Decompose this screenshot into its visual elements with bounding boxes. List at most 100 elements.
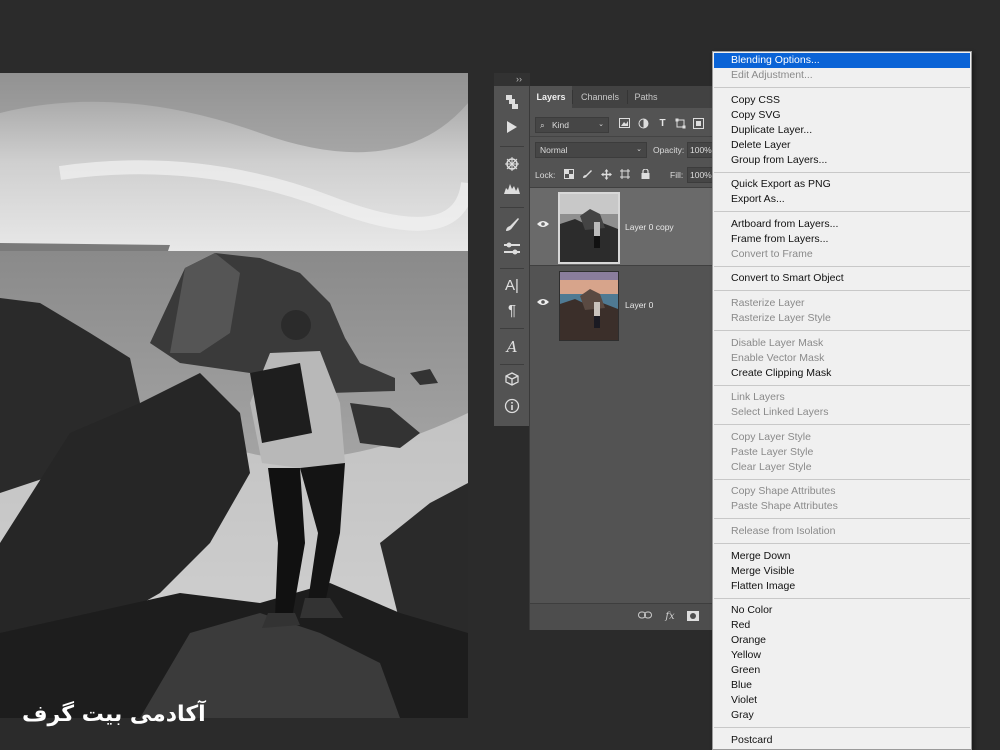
lock-transparent-icon[interactable] [564,169,574,179]
lock-all-icon[interactable] [640,168,650,179]
menu-separator [714,171,970,173]
menu-item[interactable]: Artboard from Layers... [714,217,970,232]
menu-separator [714,597,970,599]
menu-item[interactable]: Quick Export as PNG [714,177,970,192]
document-canvas[interactable] [0,73,468,718]
chevron-down-icon: ⌄ [636,146,642,153]
menu-item: Rasterize Layer Style [731,312,831,324]
menu-item[interactable]: Group from Layers... [714,153,970,168]
pixel-filter-icon[interactable] [619,118,630,129]
menu-item[interactable]: Blue [714,678,970,693]
info-icon[interactable] [501,398,523,418]
histogram-icon[interactable] [501,180,523,200]
menu-item[interactable]: Green [714,663,970,678]
panel-footer: fx [530,603,716,630]
layer-name[interactable]: Layer 0 [625,300,653,310]
layer-row[interactable]: Layer 0 [530,265,716,343]
menu-item[interactable]: Copy SVG [714,108,970,123]
menu-item[interactable]: Delete Layer [714,138,970,153]
panel-tabs: Layers Channels Paths [530,86,716,108]
divider [530,136,716,137]
menu-item: Link Layers [731,391,785,404]
layer-row[interactable]: Layer 0 copy [530,187,716,265]
lock-label: Lock: [535,170,556,180]
menu-item: Disable Layer Mask [731,336,824,349]
layer-thumbnail [559,271,619,341]
link-layers-icon[interactable] [638,611,652,623]
canvas-photo [0,73,468,718]
tool-separator [500,328,524,329]
menu-item[interactable]: Create Clipping Mask [714,366,970,381]
fx-icon[interactable]: fx [663,611,677,623]
panel-icon-strip: A| ¶ A [494,86,530,426]
character-icon[interactable]: A| [501,276,523,296]
fill-value: 100% [690,170,712,180]
menu-item[interactable]: Gray [714,708,970,723]
type-filter-icon[interactable]: T [657,118,668,129]
menu-separator [714,211,970,213]
glyphs-icon[interactable]: A [501,337,523,357]
blend-mode-value: Normal [540,145,568,155]
filter-kind-value: Kind [552,120,570,130]
menu-item: Release from Isolation [731,525,836,537]
tab-channels[interactable]: Channels [573,86,627,108]
menu-item[interactable]: Yellow [714,648,970,663]
filter-kind-select[interactable]: ⌕ Kind ⌄ [535,117,609,133]
tool-separator [500,364,524,365]
menu-item: Copy Layer Style [731,430,811,443]
menu-separator [714,478,970,480]
layer-name[interactable]: Layer 0 copy [625,222,674,232]
menu-item: Edit Adjustment... [731,69,813,81]
panel-collapse-button[interactable]: ›› [494,73,530,86]
adjustments-icon[interactable] [501,156,523,176]
menu-item[interactable]: Violet [714,693,970,708]
watermark-text: آکادمی بیت گرف [22,702,206,727]
menu-item[interactable]: Merge Down [714,549,970,564]
eye-icon[interactable] [537,298,549,310]
tab-layers[interactable]: Layers [530,86,572,108]
lock-position-icon[interactable] [601,169,612,180]
history-icon[interactable] [501,94,523,114]
menu-separator [714,518,970,520]
brush-icon[interactable] [501,216,523,236]
menu-item[interactable]: Red [714,618,970,633]
play-action-icon[interactable] [501,120,523,140]
menu-item: Convert to Frame [731,247,813,260]
add-mask-icon[interactable] [686,611,700,623]
menu-separator [714,727,970,729]
menu-item[interactable]: Postcard [714,733,970,748]
shape-filter-icon[interactable] [675,118,686,129]
tool-separator [500,146,524,147]
opacity-value: 100% [690,145,712,155]
layers-panel: Layers Channels Paths ⌕ Kind ⌄ T Normal … [529,86,716,630]
paragraph-icon[interactable]: ¶ [501,301,523,321]
smart-object-filter-icon[interactable] [693,118,704,129]
menu-item[interactable]: Frame from Layers... [714,232,970,247]
menu-item[interactable]: Convert to Smart Object [714,271,970,286]
3d-icon[interactable] [501,372,523,392]
menu-separator [714,424,970,426]
adjustment-filter-icon[interactable] [638,118,649,129]
menu-item[interactable]: Orange [714,633,970,648]
menu-item: Rasterize Layer [731,297,805,309]
blend-mode-select[interactable]: Normal ⌄ [535,142,647,158]
eye-icon[interactable] [537,220,549,232]
layer-context-menu: Blending Options... Edit Adjustment... Cop… [712,51,972,750]
menu-item: Paste Shape Attributes [731,500,838,513]
menu-item[interactable]: Duplicate Layer... [714,123,970,138]
menu-item: Clear Layer Style [731,460,812,473]
menu-item[interactable]: Export As... [714,192,970,207]
menu-item[interactable]: No Color [714,603,970,618]
lock-artboard-icon[interactable] [620,169,630,179]
menu-item[interactable]: Blending Options... [714,53,970,68]
menu-item[interactable]: Copy CSS [714,93,970,108]
tab-paths[interactable]: Paths [628,86,664,108]
menu-item[interactable]: Flatten Image [714,579,970,594]
tool-separator [500,207,524,208]
brush-settings-icon[interactable] [501,242,523,262]
lock-image-icon[interactable] [582,169,592,179]
tool-separator [500,268,524,269]
menu-item[interactable]: Merge Visible [714,564,970,579]
menu-item: Paste Layer Style [731,445,814,458]
fill-label: Fill: [670,170,684,180]
